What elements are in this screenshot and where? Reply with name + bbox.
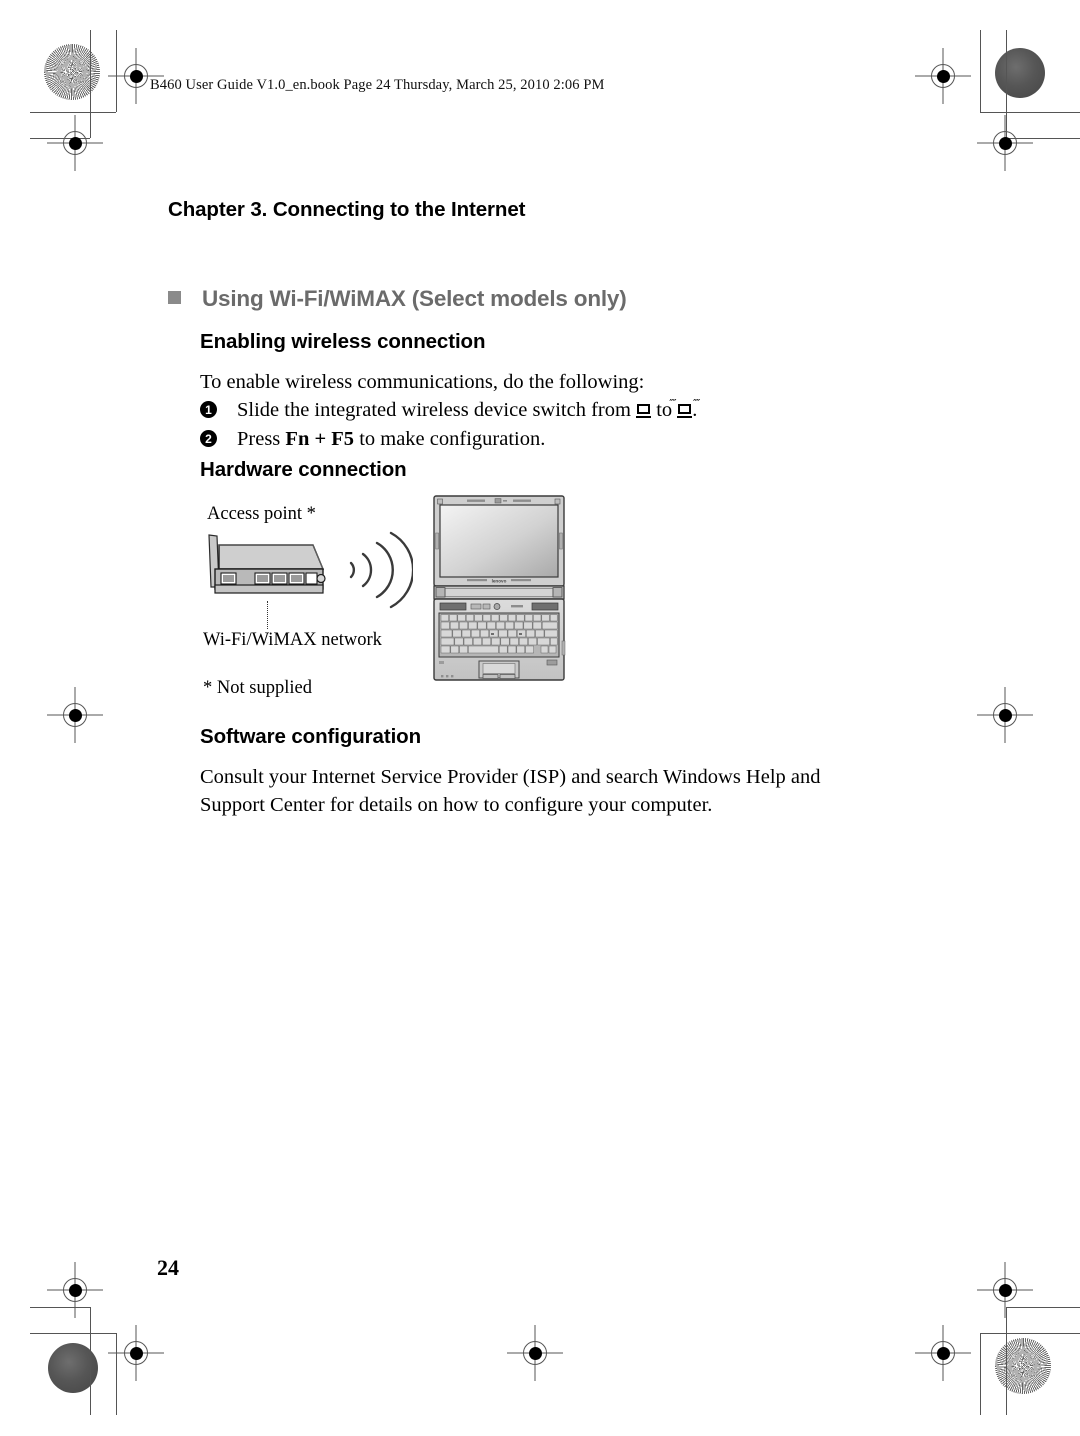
access-point-label: Access point * xyxy=(207,504,316,524)
laptop-illustration: lenovo xyxy=(433,495,566,681)
page-number: 24 xyxy=(157,1255,179,1280)
wifi-wimax-network-label: Wi-Fi/WiMAX network xyxy=(203,630,382,650)
software-body-line-1: Consult your Internet Service Provider (… xyxy=(200,766,821,788)
keyboard-shortcut: Fn + F5 xyxy=(285,428,355,450)
book-header-line: B460 User Guide V1.0_en.book Page 24 Thu… xyxy=(150,77,605,93)
software-body-line-2: Support Center for details on how to con… xyxy=(200,794,713,816)
registration-mark-mid-left xyxy=(47,687,103,743)
section-heading-label: Using Wi-Fi/WiMAX (Select models only) xyxy=(202,286,627,311)
registration-mark-bottom-center xyxy=(507,1325,563,1381)
step-text-before: Press xyxy=(237,428,281,450)
step-text: Press Fn + F5 to make configuration. xyxy=(237,425,545,454)
step-number-badge: 2 xyxy=(200,430,217,447)
registration-mark-top-left-a xyxy=(108,48,164,104)
access-point-router-illustration xyxy=(208,534,326,594)
square-bullet-icon xyxy=(168,291,181,304)
registration-mark-top-left-b xyxy=(47,115,103,171)
enabling-steps-list: 1 Slide the integrated wireless device s… xyxy=(200,396,840,454)
subheading-software-configuration: Software configuration xyxy=(200,725,422,748)
registration-mark-bottom-left-b xyxy=(108,1325,164,1381)
hardware-connection-diagram: Access point * Wi-Fi/WiMAX network * Not… xyxy=(195,495,595,710)
network-leader-line xyxy=(267,601,268,629)
wireless-switch-off-icon xyxy=(636,398,652,427)
not-supplied-footnote: * Not supplied xyxy=(203,678,312,698)
svg-text:lenovo: lenovo xyxy=(492,579,507,584)
registration-mark-top-right-a xyxy=(915,48,971,104)
wireless-signal-arcs-icon xyxy=(349,531,413,609)
list-item: 1 Slide the integrated wireless device s… xyxy=(200,396,840,425)
registration-mark-bottom-right-b xyxy=(915,1325,971,1381)
step-text-before: Slide the integrated wireless device swi… xyxy=(237,399,631,421)
registration-mark-bottom-right-a xyxy=(977,1262,1033,1318)
section-heading: Using Wi-Fi/WiMAX (Select models only) xyxy=(168,286,627,312)
step-text-after: to make configuration. xyxy=(359,428,546,450)
registration-mark-bottom-left-a xyxy=(47,1262,103,1318)
list-item: 2 Press Fn + F5 to make configuration. xyxy=(200,425,840,454)
registration-mark-mid-right xyxy=(977,687,1033,743)
step-number-badge: 1 xyxy=(200,401,217,418)
subheading-hardware-connection: Hardware connection xyxy=(200,458,407,481)
wireless-switch-on-icon: ⁗ ⁗ xyxy=(669,398,700,427)
step-text: Slide the integrated wireless device swi… xyxy=(237,396,700,427)
subheading-enabling-wireless-connection: Enabling wireless connection xyxy=(200,330,486,353)
enabling-intro-text: To enable wireless communications, do th… xyxy=(200,371,645,393)
registration-mark-top-right-b xyxy=(977,115,1033,171)
chapter-title: Chapter 3. Connecting to the Internet xyxy=(168,198,526,221)
